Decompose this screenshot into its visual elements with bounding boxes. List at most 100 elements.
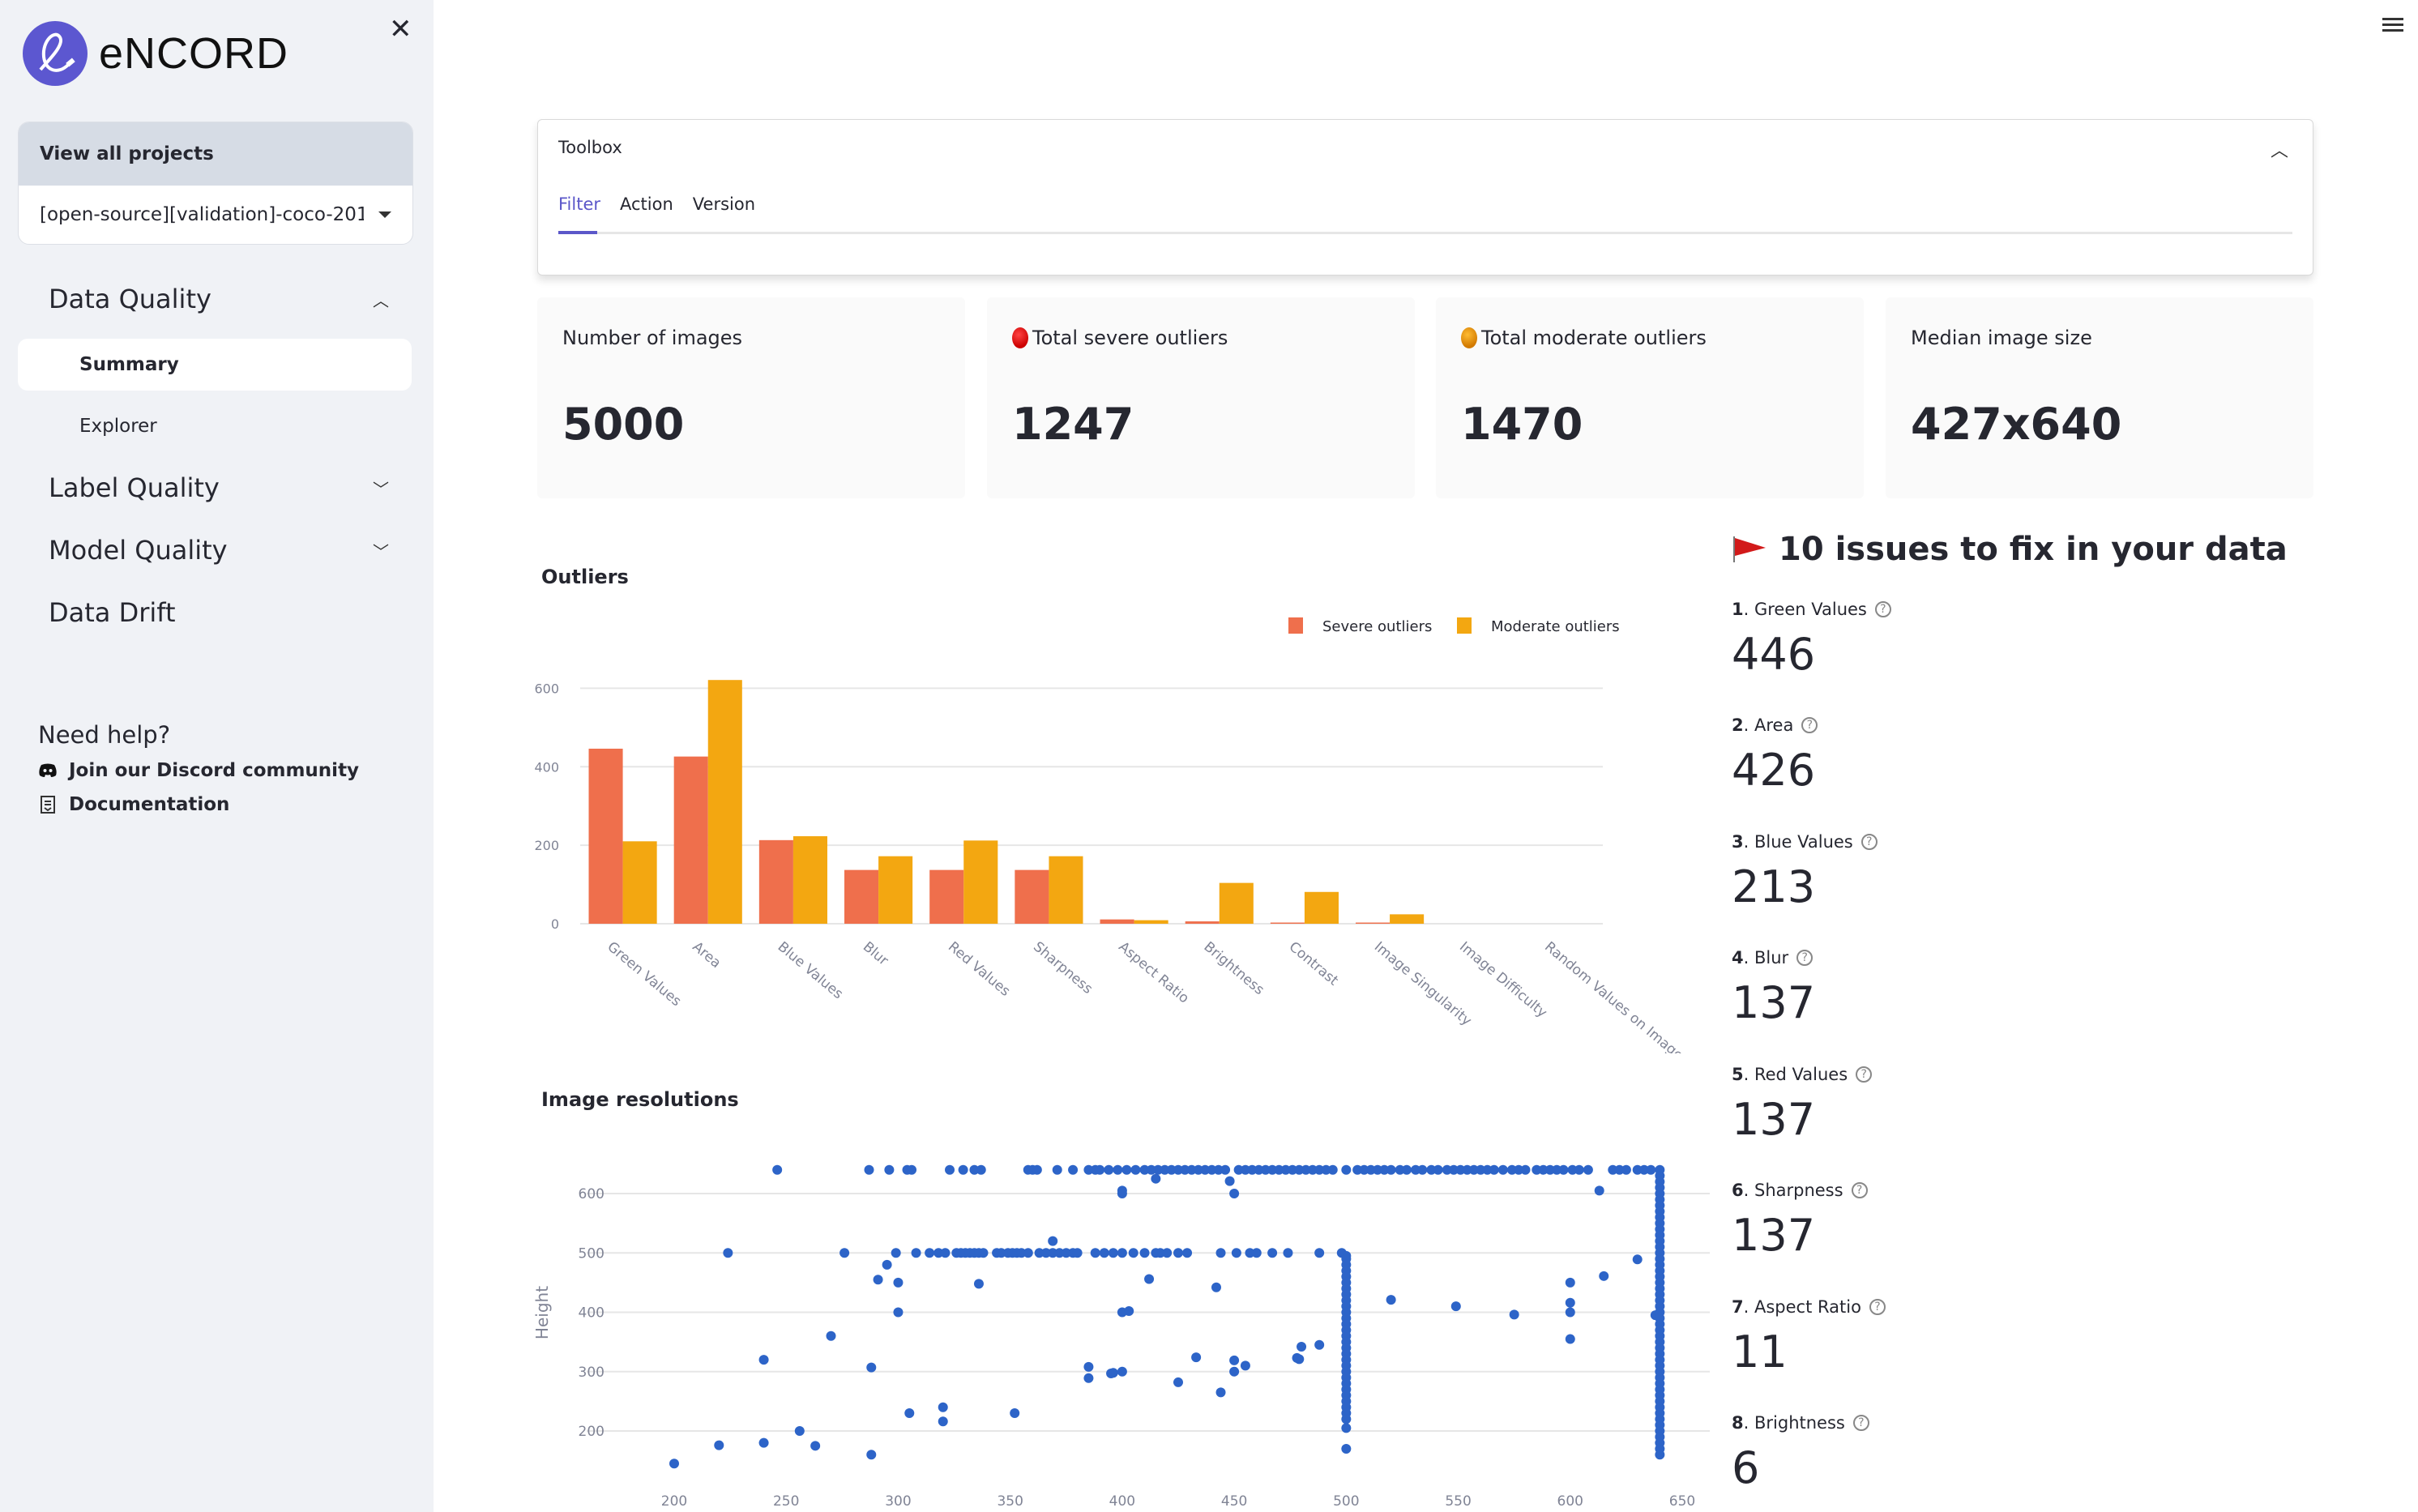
- scatter-point[interactable]: [1032, 1164, 1042, 1175]
- bar-moderate[interactable]: [1219, 882, 1254, 924]
- scatter-point[interactable]: [758, 1355, 769, 1365]
- scatter-point[interactable]: [1341, 1164, 1352, 1175]
- scatter-point[interactable]: [873, 1275, 883, 1285]
- scatter-point[interactable]: [1182, 1248, 1193, 1258]
- scatter-point[interactable]: [945, 1164, 955, 1175]
- nav-item-explorer[interactable]: Explorer: [18, 400, 412, 452]
- bar-severe[interactable]: [758, 839, 793, 924]
- scatter-point[interactable]: [1083, 1361, 1094, 1372]
- nav-section-data-drift[interactable]: Data Drift: [49, 597, 389, 628]
- scatter-point[interactable]: [1229, 1189, 1240, 1198]
- tab-filter[interactable]: Filter: [558, 194, 600, 214]
- scatter-point[interactable]: [1191, 1352, 1202, 1363]
- scatter-point[interactable]: [1417, 1164, 1428, 1175]
- scatter-point[interactable]: [1130, 1164, 1141, 1175]
- scatter-point[interactable]: [1583, 1164, 1593, 1175]
- tab-action[interactable]: Action: [620, 194, 673, 214]
- scatter-point[interactable]: [1128, 1248, 1139, 1258]
- scatter-point[interactable]: [1240, 1360, 1250, 1371]
- scatter-point[interactable]: [976, 1164, 986, 1175]
- chevron-up-icon[interactable]: ︿: [2271, 136, 2288, 162]
- scatter-point[interactable]: [1565, 1334, 1575, 1344]
- scatter-point[interactable]: [1386, 1164, 1396, 1175]
- scatter-point[interactable]: [1072, 1248, 1083, 1258]
- scatter-point[interactable]: [1068, 1164, 1079, 1175]
- scatter-point[interactable]: [1231, 1248, 1241, 1258]
- scatter-point[interactable]: [1215, 1248, 1226, 1258]
- scatter-point[interactable]: [973, 1279, 984, 1289]
- bar-severe[interactable]: [1015, 869, 1049, 924]
- scatter-point[interactable]: [810, 1441, 821, 1451]
- nav-item-summary[interactable]: Summary: [18, 339, 412, 391]
- discord-link[interactable]: Join our Discord community: [38, 760, 359, 781]
- scatter-point[interactable]: [1283, 1248, 1293, 1258]
- scatter-point[interactable]: [839, 1248, 850, 1258]
- scatter-point[interactable]: [1117, 1366, 1127, 1377]
- bar-severe[interactable]: [929, 869, 964, 924]
- bar-severe[interactable]: [1100, 919, 1134, 924]
- scatter-point[interactable]: [1565, 1277, 1575, 1288]
- scatter-point[interactable]: [1251, 1248, 1262, 1258]
- scatter-point[interactable]: [1023, 1248, 1033, 1258]
- help-icon[interactable]: ?: [1869, 1299, 1886, 1315]
- scatter-point[interactable]: [1646, 1164, 1656, 1175]
- scatter-point[interactable]: [925, 1248, 935, 1258]
- scatter-point[interactable]: [1341, 1443, 1352, 1454]
- scatter-point[interactable]: [1104, 1164, 1114, 1175]
- scatter-point[interactable]: [1052, 1164, 1062, 1175]
- scatter-point[interactable]: [1520, 1164, 1531, 1175]
- scatter-point[interactable]: [1124, 1306, 1134, 1317]
- scatter-point[interactable]: [882, 1259, 892, 1270]
- bar-severe[interactable]: [1356, 922, 1391, 924]
- scatter-point[interactable]: [907, 1164, 917, 1175]
- scatter-point[interactable]: [1173, 1248, 1183, 1258]
- scatter-point[interactable]: [1211, 1282, 1221, 1292]
- bar-moderate[interactable]: [1049, 856, 1083, 924]
- scatter-point[interactable]: [723, 1248, 733, 1258]
- scatter-point[interactable]: [1151, 1173, 1161, 1184]
- nav-section-data-quality[interactable]: Data Quality ︿: [49, 284, 389, 314]
- bar-moderate[interactable]: [792, 835, 827, 924]
- scatter-point[interactable]: [938, 1416, 948, 1427]
- help-icon[interactable]: ?: [1856, 1066, 1873, 1083]
- scatter-point[interactable]: [1173, 1377, 1183, 1387]
- help-icon[interactable]: ?: [1851, 1182, 1868, 1198]
- scatter-point[interactable]: [1117, 1185, 1127, 1196]
- scatter-point[interactable]: [1108, 1248, 1118, 1258]
- scatter-point[interactable]: [1565, 1297, 1575, 1308]
- scatter-point[interactable]: [1162, 1248, 1173, 1258]
- bar-severe[interactable]: [844, 869, 879, 924]
- scatter-point[interactable]: [1386, 1295, 1396, 1305]
- scatter-point[interactable]: [1139, 1248, 1150, 1258]
- scatter-point[interactable]: [891, 1248, 901, 1258]
- tab-version[interactable]: Version: [693, 194, 755, 214]
- bar-severe[interactable]: [673, 756, 708, 924]
- bar-moderate[interactable]: [963, 840, 998, 924]
- scatter-point[interactable]: [978, 1248, 989, 1258]
- scatter-point[interactable]: [1048, 1236, 1058, 1246]
- scatter-point[interactable]: [1220, 1164, 1231, 1175]
- scatter-point[interactable]: [1327, 1164, 1338, 1175]
- scatter-point[interactable]: [1121, 1164, 1132, 1175]
- scatter-point[interactable]: [938, 1402, 948, 1412]
- scatter-point[interactable]: [1497, 1164, 1508, 1175]
- scatter-point[interactable]: [772, 1164, 783, 1175]
- scatter-point[interactable]: [1632, 1254, 1643, 1265]
- scatter-point[interactable]: [1314, 1248, 1325, 1258]
- bar-severe[interactable]: [588, 748, 623, 924]
- scatter-point[interactable]: [884, 1164, 895, 1175]
- bar-moderate[interactable]: [1390, 914, 1425, 924]
- scatter-point[interactable]: [1450, 1301, 1461, 1312]
- scatter-point[interactable]: [1594, 1185, 1604, 1196]
- help-icon[interactable]: ?: [1874, 601, 1891, 617]
- help-icon[interactable]: ?: [1801, 717, 1818, 733]
- scatter-point[interactable]: [1229, 1355, 1240, 1365]
- bar-moderate[interactable]: [707, 680, 742, 924]
- bar-severe[interactable]: [1185, 921, 1220, 924]
- bar-moderate[interactable]: [1304, 891, 1339, 924]
- scatter-point[interactable]: [714, 1440, 724, 1450]
- scatter-point[interactable]: [940, 1248, 951, 1258]
- scatter-point[interactable]: [794, 1426, 805, 1436]
- nav-section-label-quality[interactable]: Label Quality ﹀: [49, 472, 389, 503]
- bar-moderate[interactable]: [1134, 920, 1168, 924]
